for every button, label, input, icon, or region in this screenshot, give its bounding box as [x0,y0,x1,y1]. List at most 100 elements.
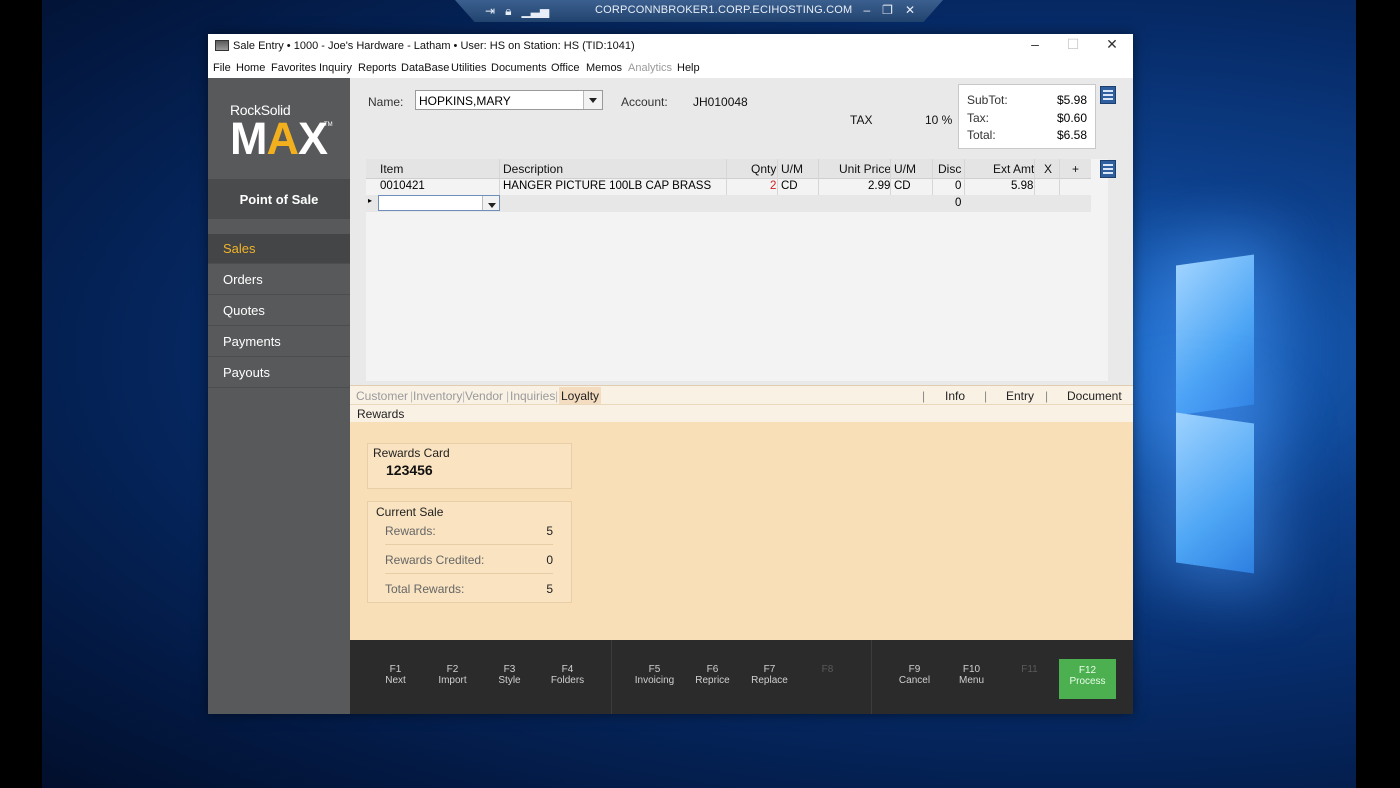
chevron-down-icon[interactable] [583,91,602,109]
name-label: Name: [368,95,404,109]
menu-utilities[interactable]: Utilities [451,62,486,74]
rewards-credited-value: 0 [546,553,553,567]
fkey-label: Reprice [695,675,730,686]
table-row[interactable]: 0010421 HANGER PICTURE 100LB CAP BRASS 2… [366,178,1091,195]
tab-inventory[interactable]: Inventory [413,389,462,403]
row-qnty[interactable]: 2 [770,180,776,192]
col-unit-price[interactable]: Unit Price [839,162,891,176]
tab-entry[interactable]: Entry [1006,389,1034,403]
f9-cancel-button[interactable]: F9 Cancel [886,640,943,714]
tab-separator: | [984,389,988,403]
windows-logo [1176,254,1356,590]
col-x[interactable]: X [1044,162,1052,176]
f8-button: F8 [799,640,856,714]
menu-icon-bar [1103,168,1113,170]
tab-inquiries[interactable]: Inquiries [510,389,555,403]
tab-loyalty[interactable]: Loyalty [559,387,602,404]
restore-icon[interactable]: ❐ [882,3,893,17]
fkey-number: F2 [446,664,459,675]
menu-database[interactable]: DataBase [401,62,449,74]
maximize-icon[interactable]: ☐ [1058,36,1088,53]
grid-menu-icon[interactable] [1100,160,1116,178]
col-um[interactable]: U/M [781,162,803,176]
menu-help[interactable]: Help [677,62,700,74]
sidebar-item-orders[interactable]: Orders [208,265,350,295]
menu-favorites[interactable]: Favorites [271,62,316,74]
loyalty-panel: Rewards Card 123456 Current Sale Rewards… [350,422,1133,640]
menu-inquiry[interactable]: Inquiry [319,62,352,74]
col-disc[interactable]: Disc [938,162,961,176]
fkey-label: Invoicing [634,675,675,686]
f1-next-button[interactable]: F1 Next [367,640,424,714]
sidebar-item-sales[interactable]: Sales [208,234,350,264]
item-input[interactable] [378,195,500,211]
f4-folders-button[interactable]: F4 Folders [539,640,596,714]
chevron-down-icon[interactable] [482,196,499,210]
app-icon [215,40,229,51]
subtab-rewards[interactable]: Rewards [357,407,404,421]
grid-header: Item Description Qnty U/M Unit Price U/M… [366,159,1091,179]
row-ext-amt: 5.98 [1011,180,1034,192]
tab-document[interactable]: Document [1067,389,1122,403]
rewards-card-number[interactable]: 123456 [386,462,433,478]
f10-menu-button[interactable]: F10 Menu [943,640,1000,714]
col-ext-amt[interactable]: Ext Amt [993,162,1034,176]
sidebar-item-payouts[interactable]: Payouts [208,358,350,388]
tab-info[interactable]: Info [945,389,965,403]
close-icon[interactable]: ✕ [905,3,915,17]
menu-office[interactable]: Office [551,62,580,74]
menu-documents[interactable]: Documents [491,62,547,74]
row-um: CD [781,180,798,192]
tab-customer[interactable]: Customer [356,389,408,403]
f12-process-button[interactable]: F12 Process [1059,659,1116,699]
pin-icon[interactable]: ⇥ [485,4,495,19]
f2-import-button[interactable]: F2 Import [424,640,481,714]
fkey-number: F7 [763,664,776,675]
sidebar-item-quotes[interactable]: Quotes [208,296,350,326]
menu-icon-bar [1103,94,1113,96]
line-items-grid: Item Description Qnty U/M Unit Price U/M… [366,159,1108,381]
tab-separator: | [1045,389,1049,403]
menu-memos[interactable]: Memos [586,62,622,74]
f7-replace-button[interactable]: F7 Replace [741,640,798,714]
row-unit-price[interactable]: 2.99 [868,180,890,192]
row-disc[interactable]: 0 [955,180,961,192]
module-title: Point of Sale [208,179,350,219]
menu-home[interactable]: Home [236,62,265,74]
menu-file[interactable]: File [213,62,231,74]
tax-rate: 10 % [925,113,953,127]
total-row: Total: $6.58 [967,128,1087,144]
tab-vendor[interactable]: Vendor [465,389,503,403]
f6-reprice-button[interactable]: F6 Reprice [684,640,741,714]
account-value: JH010048 [693,95,748,109]
minimize-icon[interactable]: – [863,3,870,17]
subtotal-row: SubTot: $5.98 [967,93,1087,109]
menu-reports[interactable]: Reports [358,62,397,74]
fkey-number: F12 [1078,665,1097,676]
rewards-label: Rewards: [385,524,436,538]
sidebar-item-payments[interactable]: Payments [208,327,350,357]
rewards-credited-row: Rewards Credited: 0 [385,545,553,574]
menu-icon-bar [1103,90,1113,92]
fkey-label: Cancel [898,675,931,686]
fkey-number: F1 [389,664,402,675]
col-plus[interactable]: + [1072,162,1079,176]
sidebar: RockSolid MAX TM Point of Sale Sales Ord… [208,78,350,714]
menu-icon-bar [1103,164,1113,166]
close-icon[interactable]: ✕ [1097,36,1127,53]
f3-style-button[interactable]: F3 Style [481,640,538,714]
totals-menu-icon[interactable] [1100,86,1116,104]
function-key-bar: F1 Next F2 Import F3 Style F4 Folders F5 Invo… [350,640,1133,714]
col-item[interactable]: Item [380,162,403,176]
tab-separator: | [555,389,559,403]
f5-invoicing-button[interactable]: F5 Invoicing [626,640,683,714]
customer-name-select[interactable]: HOPKINS,MARY [415,90,603,110]
minimize-icon[interactable]: – [1020,36,1050,52]
col-description[interactable]: Description [503,162,563,176]
total-rewards-row: Total Rewards: 5 [385,574,553,602]
rewards-card-legend: Rewards Card [373,446,450,460]
menu-icon-bar [1103,98,1113,100]
tax-value: $0.60 [1056,111,1087,125]
col-qnty[interactable]: Qnty [751,162,776,176]
col-um2[interactable]: U/M [894,162,916,176]
